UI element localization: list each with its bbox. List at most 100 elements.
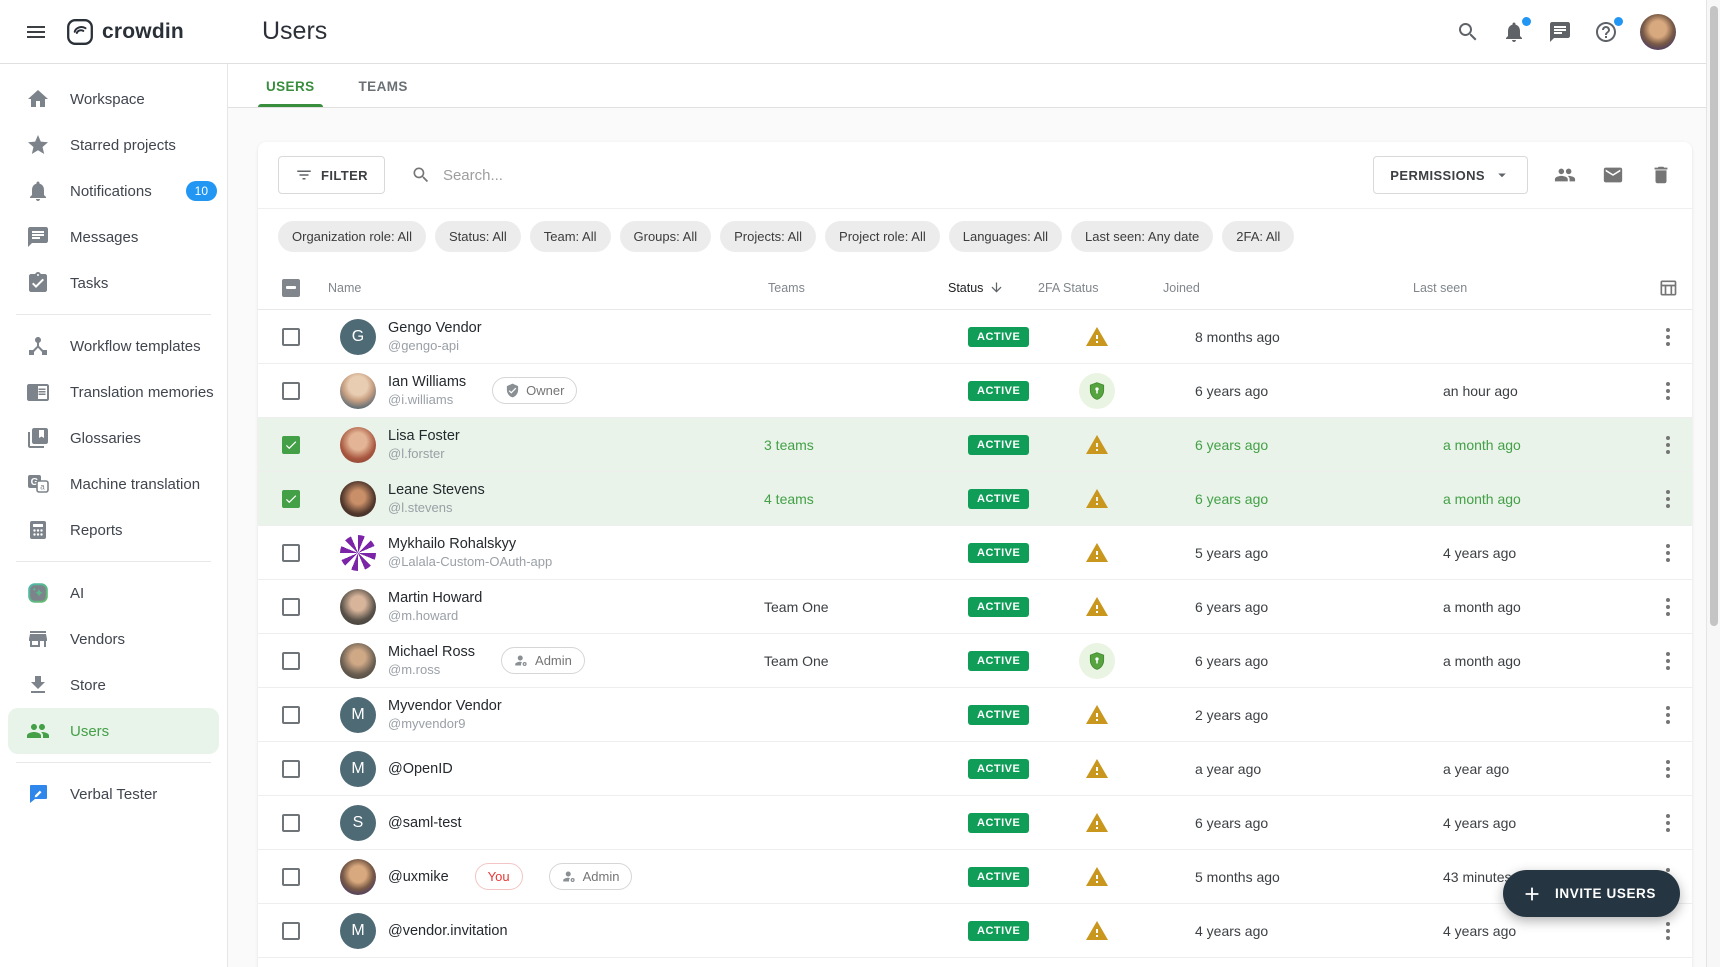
row-actions-kebab-icon[interactable] [1644, 322, 1692, 352]
search-input[interactable] [443, 167, 863, 184]
messages-chat-icon[interactable] [1548, 20, 1572, 44]
scrollbar-thumb[interactable] [1710, 6, 1718, 626]
user-name-block[interactable]: @vendor.invitation [388, 923, 508, 939]
filter-chip-project-role[interactable]: Project role: All [825, 221, 940, 252]
search-icon[interactable] [1456, 20, 1480, 44]
row-checkbox[interactable] [282, 652, 300, 670]
permissions-dropdown[interactable]: PERMISSIONS [1373, 156, 1528, 194]
table-row[interactable]: S@saml-testACTIVE6 years ago4 years ago [258, 796, 1692, 850]
user-avatar[interactable] [1640, 14, 1676, 50]
row-checkbox[interactable] [282, 598, 300, 616]
window-scrollbar[interactable] [1706, 0, 1720, 967]
user-name-block[interactable]: @saml-test [388, 815, 462, 831]
column-header-joined[interactable]: Joined [1159, 281, 1409, 295]
user-name-block[interactable]: Gengo Vendor@gengo-api [388, 320, 482, 353]
row-actions-kebab-icon[interactable] [1644, 592, 1692, 622]
filter-chip-projects[interactable]: Projects: All [720, 221, 816, 252]
user-name-block[interactable]: Martin Howard@m.howard [388, 590, 482, 623]
column-header-status[interactable]: Status [944, 280, 1034, 295]
row-actions-kebab-icon[interactable] [1644, 754, 1692, 784]
user-name-block[interactable]: @uxmike [388, 869, 449, 885]
filter-chip-languages[interactable]: Languages: All [949, 221, 1062, 252]
user-name-block[interactable]: Ian Williams@i.williams [388, 374, 466, 407]
row-actions-kebab-icon[interactable] [1644, 808, 1692, 838]
row-checkbox[interactable] [282, 814, 300, 832]
tab-users[interactable]: USERS [264, 79, 317, 107]
sidebar-item-workflow-templates[interactable]: Workflow templates [0, 323, 227, 369]
filter-chip-2fa[interactable]: 2FA: All [1222, 221, 1294, 252]
row-checkbox[interactable] [282, 760, 300, 778]
table-row[interactable]: GGengo Vendor@gengo-apiACTIVE8 months ag… [258, 310, 1692, 364]
column-header-name[interactable]: Name [324, 281, 764, 295]
column-header-teams[interactable]: Teams [764, 281, 944, 295]
row-checkbox[interactable] [282, 382, 300, 400]
filter-chip-team[interactable]: Team: All [530, 221, 611, 252]
filter-chip-status[interactable]: Status: All [435, 221, 521, 252]
select-all-checkbox[interactable] [282, 279, 300, 297]
help-icon[interactable] [1594, 20, 1618, 44]
invite-users-button[interactable]: INVITE USERS [1503, 870, 1680, 917]
column-header-last-seen[interactable]: Last seen [1409, 281, 1644, 295]
row-checkbox[interactable] [282, 706, 300, 724]
teams-cell[interactable]: 3 teams [764, 437, 944, 453]
sidebar-item-translation-memories[interactable]: Translation memories [0, 369, 227, 415]
user-name-block[interactable]: Myvendor Vendor@myvendor9 [388, 698, 502, 731]
sidebar-item-notifications[interactable]: Notifications10 [0, 168, 227, 214]
table-row[interactable]: Mykhailo Rohalskyy@Lalala-Custom-OAuth-a… [258, 526, 1692, 580]
user-name-block[interactable]: Mykhailo Rohalskyy@Lalala-Custom-OAuth-a… [388, 536, 552, 569]
table-row[interactable]: @uxmikeYouAdminACTIVE5 months ago43 minu… [258, 850, 1692, 904]
sidebar-item-messages[interactable]: Messages [0, 214, 227, 260]
sidebar-item-glossaries[interactable]: Glossaries [0, 415, 227, 461]
row-checkbox[interactable] [282, 922, 300, 940]
sidebar-item-machine-translation[interactable]: GaMachine translation [0, 461, 227, 507]
row-actions-kebab-icon[interactable] [1644, 646, 1692, 676]
table-row[interactable]: Ian Williams@i.williamsOwnerACTIVE6 year… [258, 364, 1692, 418]
filter-chip-groups[interactable]: Groups: All [620, 221, 712, 252]
row-actions-kebab-icon[interactable] [1644, 376, 1692, 406]
table-row[interactable]: M@OpenIDACTIVEa year agoa year ago [258, 742, 1692, 796]
table-row[interactable]: MMyvendor Vendor@myvendor9ACTIVE2 years … [258, 688, 1692, 742]
user-name-block[interactable]: @OpenID [388, 761, 453, 777]
crowdin-logo[interactable]: crowdin [66, 18, 184, 46]
tab-teams[interactable]: TEAMS [357, 79, 410, 107]
row-checkbox[interactable] [282, 868, 300, 886]
sidebar-item-starred-projects[interactable]: Starred projects [0, 122, 227, 168]
user-name-block[interactable]: Lisa Foster@l.forster [388, 428, 460, 461]
filter-chip-last-seen[interactable]: Last seen: Any date [1071, 221, 1213, 252]
manage-teams-icon[interactable] [1554, 164, 1576, 186]
row-actions-kebab-icon[interactable] [1644, 916, 1692, 946]
row-checkbox[interactable] [282, 490, 300, 508]
sidebar-item-store[interactable]: Store [0, 662, 227, 708]
user-name-block[interactable]: Leane Stevens@l.stevens [388, 482, 485, 515]
hamburger-menu-icon[interactable] [24, 20, 48, 44]
row-checkbox[interactable] [282, 544, 300, 562]
table-row[interactable]: Leane Stevens@l.stevens4 teamsACTIVE6 ye… [258, 472, 1692, 526]
table-row[interactable]: Michael Ross@m.rossAdminTeam OneACTIVE6 … [258, 634, 1692, 688]
mail-icon[interactable] [1602, 164, 1624, 186]
row-actions-kebab-icon[interactable] [1644, 538, 1692, 568]
column-settings-icon[interactable] [1644, 278, 1692, 298]
sidebar-item-workspace[interactable]: Workspace [0, 76, 227, 122]
row-checkbox[interactable] [282, 328, 300, 346]
row-actions-kebab-icon[interactable] [1644, 484, 1692, 514]
sidebar-item-vendors[interactable]: Vendors [0, 616, 227, 662]
table-row[interactable]: Lisa Foster@l.forster3 teamsACTIVE6 year… [258, 418, 1692, 472]
row-checkbox[interactable] [282, 436, 300, 454]
table-row[interactable]: Martin Howard@m.howardTeam OneACTIVE6 ye… [258, 580, 1692, 634]
row-actions-kebab-icon[interactable] [1644, 700, 1692, 730]
trash-icon[interactable] [1650, 164, 1672, 186]
notifications-bell-icon[interactable] [1502, 20, 1526, 44]
row-actions-kebab-icon[interactable] [1644, 430, 1692, 460]
teams-cell[interactable]: 4 teams [764, 491, 944, 507]
user-name-block[interactable]: Michael Ross@m.ross [388, 644, 475, 677]
sidebar-item-tasks[interactable]: Tasks [0, 260, 227, 306]
table-row[interactable]: M@vendor.invitationACTIVE4 years ago4 ye… [258, 904, 1692, 958]
filter-chip-organization-role[interactable]: Organization role: All [278, 221, 426, 252]
sidebar-item-ai[interactable]: AI [0, 570, 227, 616]
sidebar-item-users[interactable]: Users [8, 708, 219, 754]
badge-label: Owner [526, 383, 564, 398]
sidebar-item-verbal-tester[interactable]: Verbal Tester [0, 771, 227, 817]
column-header-2fa[interactable]: 2FA Status [1034, 281, 1159, 295]
sidebar-item-reports[interactable]: Reports [0, 507, 227, 553]
filter-button[interactable]: FILTER [278, 156, 385, 194]
